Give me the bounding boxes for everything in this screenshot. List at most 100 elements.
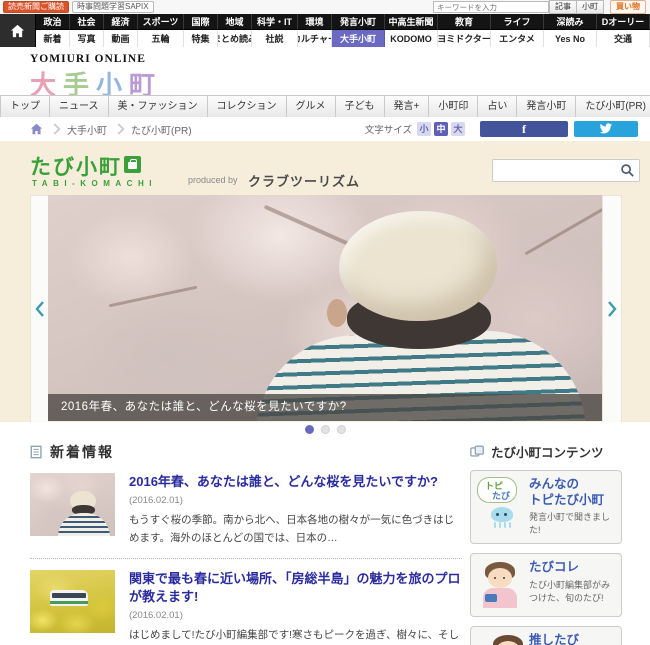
sidebar-box-topitabi[interactable]: トピ たび みんなの トピたび小町 発言小町で聞きました! bbox=[470, 470, 622, 545]
tabikore-girl-icon bbox=[477, 560, 523, 610]
main-navigation: 政治 社会 経済 スポーツ 国際 地域 科学・IT 環境 新着 写真 動画 五輪… bbox=[0, 14, 650, 47]
site-sub-navigation: トップ ニュース 美・ファッション コレクション グルメ 子ども 発言+ 小町印… bbox=[0, 95, 650, 118]
nav-item-traffic[interactable]: 交通 bbox=[597, 30, 650, 47]
nav-item-otekomachi-active[interactable]: 大手小町 bbox=[332, 30, 385, 47]
hero-caption[interactable]: 2016年春、あなたは誰と、どんな桜を見たいですか? bbox=[48, 394, 602, 421]
chevron-right-icon bbox=[608, 301, 617, 317]
font-size-medium-button[interactable]: 中 bbox=[434, 122, 448, 136]
nav-item-fukayomi[interactable]: 深読み bbox=[544, 14, 597, 30]
nav-item-editorial[interactable]: 社説 bbox=[252, 30, 298, 47]
font-size-large-button[interactable]: 大 bbox=[451, 122, 465, 136]
carousel-next-button[interactable] bbox=[602, 195, 622, 423]
nav-item-hatsugen-komachi[interactable]: 発言小町 bbox=[332, 14, 385, 30]
nav-item-entertainment[interactable]: エンタメ bbox=[491, 30, 544, 47]
article-title-link[interactable]: 2016年春、あなたは誰と、どんな桜を見たいですか? bbox=[129, 473, 462, 491]
carousel-dot-active[interactable] bbox=[304, 424, 314, 434]
sidebar-box-tabikore[interactable]: たびコレ たび小町編集部がみつけた、旬のたび! bbox=[470, 553, 622, 618]
breadcrumb-home-link[interactable] bbox=[30, 123, 43, 135]
box-title[interactable]: みんなの トピたび小町 bbox=[529, 477, 615, 508]
subnav-top[interactable]: トップ bbox=[0, 95, 50, 118]
subnav-news[interactable]: ニュース bbox=[50, 95, 109, 118]
nav-item-environment[interactable]: 環境 bbox=[298, 14, 332, 30]
carousel-dot[interactable] bbox=[320, 424, 330, 434]
nav-item-world[interactable]: 国際 bbox=[184, 14, 218, 30]
nav-item-photo[interactable]: 写真 bbox=[70, 30, 104, 47]
article-text: 関東で最も春に近い場所、「房総半島」の魅力を旅のプロが教えます! (2016.0… bbox=[115, 570, 462, 645]
twitter-share-button[interactable] bbox=[574, 121, 638, 137]
subnav-gourmet[interactable]: グルメ bbox=[286, 95, 336, 118]
carousel-dot[interactable] bbox=[336, 424, 346, 434]
tabikomachi-section: たび小町 TABI-KOMACHI produced by クラブツーリズム 2… bbox=[0, 141, 650, 423]
nav-item-yesno[interactable]: Yes No bbox=[544, 30, 597, 47]
camera-icon bbox=[485, 594, 497, 603]
nav-item-video[interactable]: 動画 bbox=[104, 30, 138, 47]
subscribe-button[interactable]: 読売新聞ご購読 bbox=[3, 1, 69, 13]
subnav-collection[interactable]: コレクション bbox=[207, 95, 287, 118]
subnav-beauty-fashion[interactable]: 美・ファッション bbox=[108, 95, 208, 118]
nav-item-education[interactable]: 教育 bbox=[438, 14, 491, 30]
person-ear bbox=[327, 299, 348, 327]
jellyfish-character bbox=[491, 507, 513, 522]
person-knit-cap bbox=[339, 211, 498, 321]
box-title[interactable]: 推したび bbox=[529, 633, 615, 645]
subnav-tabikomachi-pr[interactable]: たび小町(PR) bbox=[576, 95, 650, 118]
produced-by-label: produced by bbox=[188, 175, 238, 185]
box-title[interactable]: たびコレ bbox=[529, 560, 615, 576]
tabikomachi-romaji: TABI-KOMACHI bbox=[32, 179, 157, 188]
sidebar: たび小町コンテンツ トピ たび みんなの トピたび小町 発言小町で聞きました! … bbox=[470, 442, 622, 645]
carousel-prev-button[interactable] bbox=[30, 195, 50, 423]
box-text: たびコレ たび小町編集部がみつけた、旬のたび! bbox=[523, 560, 615, 610]
sidebar-box-oshitabi[interactable]: 推したび クラブツーリズム「旅の友」より厳選! bbox=[470, 626, 622, 645]
nav-item-region[interactable]: 地域 bbox=[218, 14, 252, 30]
article-title-link[interactable]: 関東で最も春に近い場所、「房総半島」の魅力を旅のプロが教えます! bbox=[129, 570, 462, 606]
nav-item-science[interactable]: 科学・IT bbox=[252, 14, 298, 30]
speech-bubble: トピ たび bbox=[477, 477, 517, 503]
jellyfish-leg bbox=[509, 522, 511, 528]
subnav-kids[interactable]: 子ども bbox=[335, 95, 385, 118]
nav-item-d-yori[interactable]: Dオーリー bbox=[597, 14, 650, 30]
sapix-button[interactable]: 時事問題学習SAPIX bbox=[72, 1, 154, 13]
yomiuri-online-brand[interactable]: YOMIURI ONLINE bbox=[30, 53, 146, 65]
subnav-hatsugen-komachi[interactable]: 発言小町 bbox=[517, 95, 577, 118]
chevron-right-icon bbox=[113, 123, 125, 135]
nav-item-life[interactable]: ライフ bbox=[491, 14, 544, 30]
nav-item-digest[interactable]: まとめ読み bbox=[218, 30, 252, 47]
tabikomachi-logo[interactable]: たび小町 bbox=[30, 151, 141, 181]
nav-item-kodomo[interactable]: KODOMO bbox=[385, 30, 438, 47]
facebook-share-button[interactable]: f bbox=[480, 121, 568, 137]
nav-item-olympics[interactable]: 五輪 bbox=[138, 30, 184, 47]
keyword-search-input[interactable] bbox=[433, 1, 549, 13]
article-date: (2016.02.01) bbox=[129, 610, 183, 622]
top-utility-bar: 読売新聞ご購読 時事問題学習SAPIX 記事 小町 買い物 bbox=[0, 0, 650, 14]
nav-item-sports[interactable]: スポーツ bbox=[138, 14, 184, 30]
tabikomachi-search-input[interactable] bbox=[492, 159, 640, 182]
home-icon bbox=[10, 24, 25, 37]
subnav-komachi-jirushi[interactable]: 小町印 bbox=[429, 95, 479, 118]
article-excerpt: はじめまして!たび小町編集部です!寒さもピークを過ぎ、樹々に、そして人の心に彩り… bbox=[129, 629, 460, 642]
article-thumbnail-sakura[interactable] bbox=[30, 473, 115, 536]
article-text: 2016年春、あなたは誰と、どんな桜を見たいですか? (2016.02.01) … bbox=[115, 473, 462, 547]
search-komachi-button[interactable]: 小町 bbox=[577, 0, 604, 14]
nav-item-new[interactable]: 新着 bbox=[36, 30, 70, 47]
article-thumbnail-train[interactable] bbox=[30, 569, 115, 633]
nav-item-culture[interactable]: カルチャー bbox=[298, 30, 332, 47]
nav-item-politics[interactable]: 政治 bbox=[36, 14, 70, 30]
nav-item-feature[interactable]: 特集 bbox=[184, 30, 218, 47]
hero-carousel-slide[interactable]: 2016年春、あなたは誰と、どんな桜を見たいですか? bbox=[48, 195, 602, 421]
nav-item-society[interactable]: 社会 bbox=[70, 14, 104, 30]
club-tourism-brand[interactable]: クラブツーリズム bbox=[248, 171, 360, 190]
font-size-small-button[interactable]: 小 bbox=[417, 122, 431, 136]
shopping-button[interactable]: 買い物 bbox=[610, 0, 646, 14]
home-button[interactable] bbox=[0, 14, 36, 47]
subnav-hatsugen-plus[interactable]: 発言+ bbox=[384, 95, 430, 118]
subnav-uranai[interactable]: 占い bbox=[478, 95, 518, 118]
bubble-word: たび bbox=[492, 491, 511, 501]
search-article-button[interactable]: 記事 bbox=[549, 0, 577, 14]
nav-item-economy[interactable]: 経済 bbox=[104, 14, 138, 30]
facebook-icon: f bbox=[522, 121, 526, 136]
nav-item-yomidoctor[interactable]: ヨミドクター bbox=[438, 30, 491, 47]
nav-item-teen-news[interactable]: 中高生新聞 bbox=[385, 14, 438, 30]
news-article: 関東で最も春に近い場所、「房総半島」の魅力を旅のプロが教えます! (2016.0… bbox=[30, 569, 462, 645]
topitabi-jellyfish-icon: トピ たび bbox=[477, 477, 523, 528]
breadcrumb-otekomachi[interactable]: 大手小町 bbox=[67, 122, 107, 137]
